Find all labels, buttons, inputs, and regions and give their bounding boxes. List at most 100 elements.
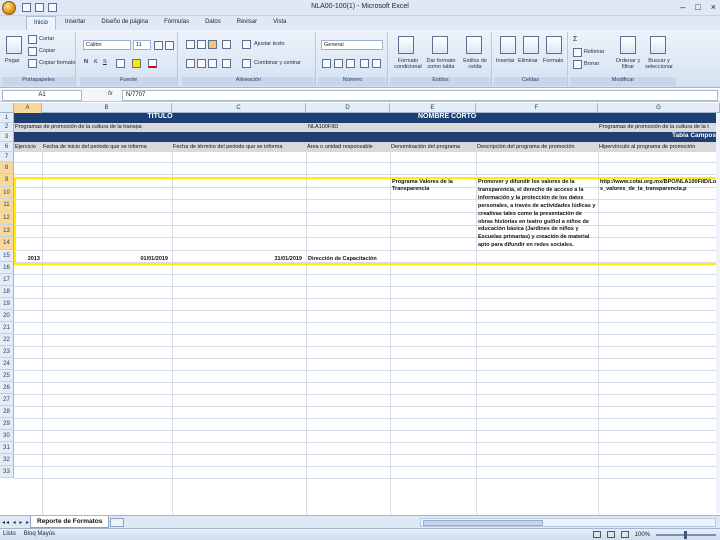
- row-header[interactable]: 32: [0, 454, 14, 466]
- comma-style-icon[interactable]: [346, 59, 355, 68]
- zoom-slider[interactable]: [656, 530, 716, 539]
- row-header[interactable]: 12: [0, 212, 14, 225]
- cell-g2[interactable]: Programas de promoción de la cultura de …: [598, 123, 720, 132]
- clear-icon[interactable]: [573, 60, 582, 69]
- header-descripcion[interactable]: Descripción del programa de promoción: [476, 142, 598, 152]
- header-fecha-inicio[interactable]: Fecha de inicio del periodo que se infor…: [42, 142, 172, 152]
- shrink-font-icon[interactable]: [165, 41, 174, 50]
- paste-button[interactable]: Pegar: [5, 58, 20, 64]
- column-header-f[interactable]: F: [476, 103, 598, 113]
- row-header[interactable]: 23: [0, 346, 14, 358]
- cell-nombre-corto-value[interactable]: NLA100FIID: [306, 123, 598, 132]
- wrap-text-icon[interactable]: [242, 40, 251, 49]
- row-header[interactable]: 24: [0, 358, 14, 370]
- tab-revisar[interactable]: Revisar: [230, 16, 264, 30]
- wrap-text-button[interactable]: Ajustar texto: [254, 41, 285, 47]
- row-header[interactable]: 30: [0, 430, 14, 442]
- row-header[interactable]: 2: [0, 123, 14, 132]
- row-header[interactable]: 33: [0, 466, 14, 478]
- row-header[interactable]: 20: [0, 310, 14, 322]
- cell-styles-icon[interactable]: [466, 36, 482, 54]
- tab-diseno-pagina[interactable]: Diseño de página: [94, 16, 155, 30]
- header-denominacion[interactable]: Denominación del programa: [390, 142, 476, 152]
- cell-descripcion[interactable]: Promover y difundir los valores de la tr…: [478, 179, 596, 265]
- cell-tabla-campos[interactable]: Tabla Campos: [14, 132, 720, 142]
- row-header[interactable]: 28: [0, 406, 14, 418]
- sort-filter-button[interactable]: Ordenar y filtrar: [614, 58, 642, 70]
- row-header[interactable]: 31: [0, 442, 14, 454]
- merge-center-button[interactable]: Combinar y centrar: [254, 60, 301, 66]
- row-header[interactable]: 14: [0, 237, 14, 250]
- bold-icon[interactable]: N: [84, 59, 88, 65]
- format-as-table-button[interactable]: Dar formato como tabla: [424, 58, 458, 70]
- row-header[interactable]: 11: [0, 199, 14, 212]
- fill-button[interactable]: Rellenar: [584, 49, 604, 55]
- column-header-c[interactable]: C: [172, 103, 306, 113]
- format-cells-icon[interactable]: [546, 36, 562, 54]
- zoom-level[interactable]: 100%: [635, 532, 650, 538]
- header-area[interactable]: Área o unidad responsable: [306, 142, 390, 152]
- insert-sheet-icon[interactable]: [110, 518, 124, 527]
- row-header[interactable]: 17: [0, 274, 14, 286]
- format-cells-button[interactable]: Formato: [543, 58, 563, 64]
- find-select-button[interactable]: Buscar y seleccionar: [644, 58, 674, 70]
- row-header[interactable]: 13: [0, 225, 14, 237]
- row-header[interactable]: 9: [0, 174, 14, 187]
- row-header[interactable]: 6: [0, 142, 14, 152]
- cell-styles-button[interactable]: Estilos de celda: [460, 58, 490, 70]
- row-header[interactable]: 3: [0, 132, 14, 142]
- minimize-button[interactable]: –: [680, 2, 685, 12]
- grow-font-icon[interactable]: [154, 41, 163, 50]
- cell-denominacion[interactable]: Programa Valores de la Transparencia: [392, 179, 474, 199]
- delete-cells-icon[interactable]: [523, 36, 539, 54]
- row-header[interactable]: 29: [0, 418, 14, 430]
- tab-formulas[interactable]: Fórmulas: [157, 16, 196, 30]
- indent-icon[interactable]: [222, 59, 231, 68]
- format-as-table-icon[interactable]: [432, 36, 448, 54]
- italic-icon[interactable]: K: [94, 59, 98, 65]
- header-fecha-termino[interactable]: Fecha de término del periodo que se info…: [172, 142, 306, 152]
- row-header[interactable]: 18: [0, 286, 14, 298]
- column-header-e[interactable]: E: [390, 103, 476, 113]
- close-button[interactable]: ×: [711, 2, 716, 12]
- spreadsheet-grid[interactable]: A B C D E F G 1 2 3 6 7 8 9 10 11 12 13 14 15 16 17 18 1…: [0, 103, 720, 515]
- row-header[interactable]: 10: [0, 187, 14, 199]
- autosum-icon[interactable]: Σ: [573, 36, 577, 43]
- view-page-layout-icon[interactable]: [606, 531, 615, 538]
- formula-input[interactable]: N/7707: [122, 90, 718, 101]
- find-select-icon[interactable]: [650, 36, 666, 54]
- delete-cells-button[interactable]: Eliminar: [518, 58, 538, 64]
- header-ejercicio[interactable]: Ejercicio: [14, 142, 42, 152]
- row-header[interactable]: 27: [0, 394, 14, 406]
- percent-icon[interactable]: [334, 59, 343, 68]
- row-header[interactable]: 1: [0, 113, 14, 123]
- select-all-corner[interactable]: [0, 103, 14, 113]
- tab-datos[interactable]: Datos: [198, 16, 228, 30]
- paste-icon[interactable]: [6, 36, 22, 54]
- column-header-a[interactable]: A: [14, 103, 42, 113]
- column-header-d[interactable]: D: [306, 103, 390, 113]
- align-bottom-icon[interactable]: [208, 40, 217, 49]
- underline-icon[interactable]: S: [103, 59, 107, 65]
- row-header[interactable]: 26: [0, 382, 14, 394]
- copy-button[interactable]: Copiar: [39, 48, 55, 54]
- column-header-b[interactable]: B: [42, 103, 172, 113]
- currency-icon[interactable]: [322, 59, 331, 68]
- insert-cells-icon[interactable]: [500, 36, 516, 54]
- tab-inicio[interactable]: Inicio: [26, 16, 57, 30]
- font-name-select[interactable]: Calibri: [83, 40, 131, 50]
- sort-filter-icon[interactable]: [620, 36, 636, 54]
- maximize-button[interactable]: □: [695, 2, 700, 12]
- row-header[interactable]: 22: [0, 334, 14, 346]
- cut-button[interactable]: Cortar: [39, 36, 54, 42]
- cell-fecha-inicio[interactable]: 01/01/2019: [42, 256, 170, 263]
- font-size-select[interactable]: 11: [133, 40, 151, 50]
- fill-color-icon[interactable]: [132, 59, 141, 68]
- horizontal-scroll-thumb[interactable]: [423, 520, 543, 526]
- vertical-scrollbar[interactable]: [716, 113, 720, 513]
- row-header[interactable]: 16: [0, 262, 14, 274]
- view-page-break-icon[interactable]: [620, 531, 629, 538]
- align-top-icon[interactable]: [186, 40, 195, 49]
- align-center-icon[interactable]: [197, 59, 206, 68]
- zoom-slider-knob[interactable]: [684, 530, 687, 539]
